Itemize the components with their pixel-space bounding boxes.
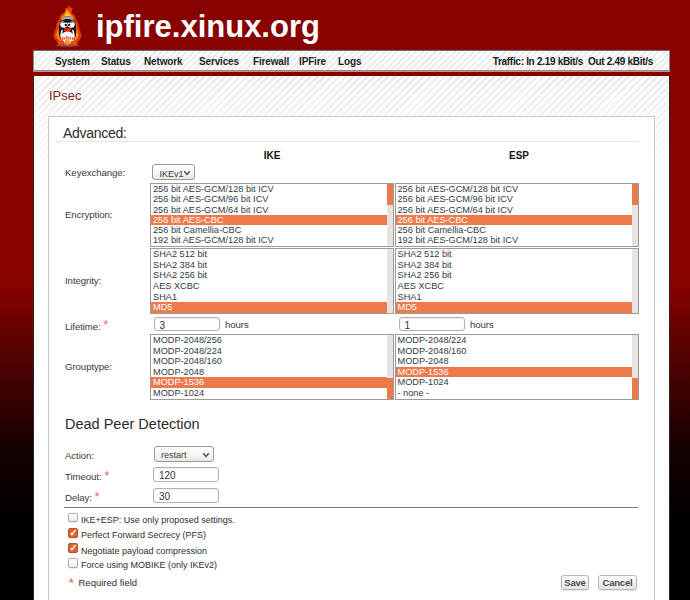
svg-text:ipfire: ipfire <box>60 35 75 41</box>
